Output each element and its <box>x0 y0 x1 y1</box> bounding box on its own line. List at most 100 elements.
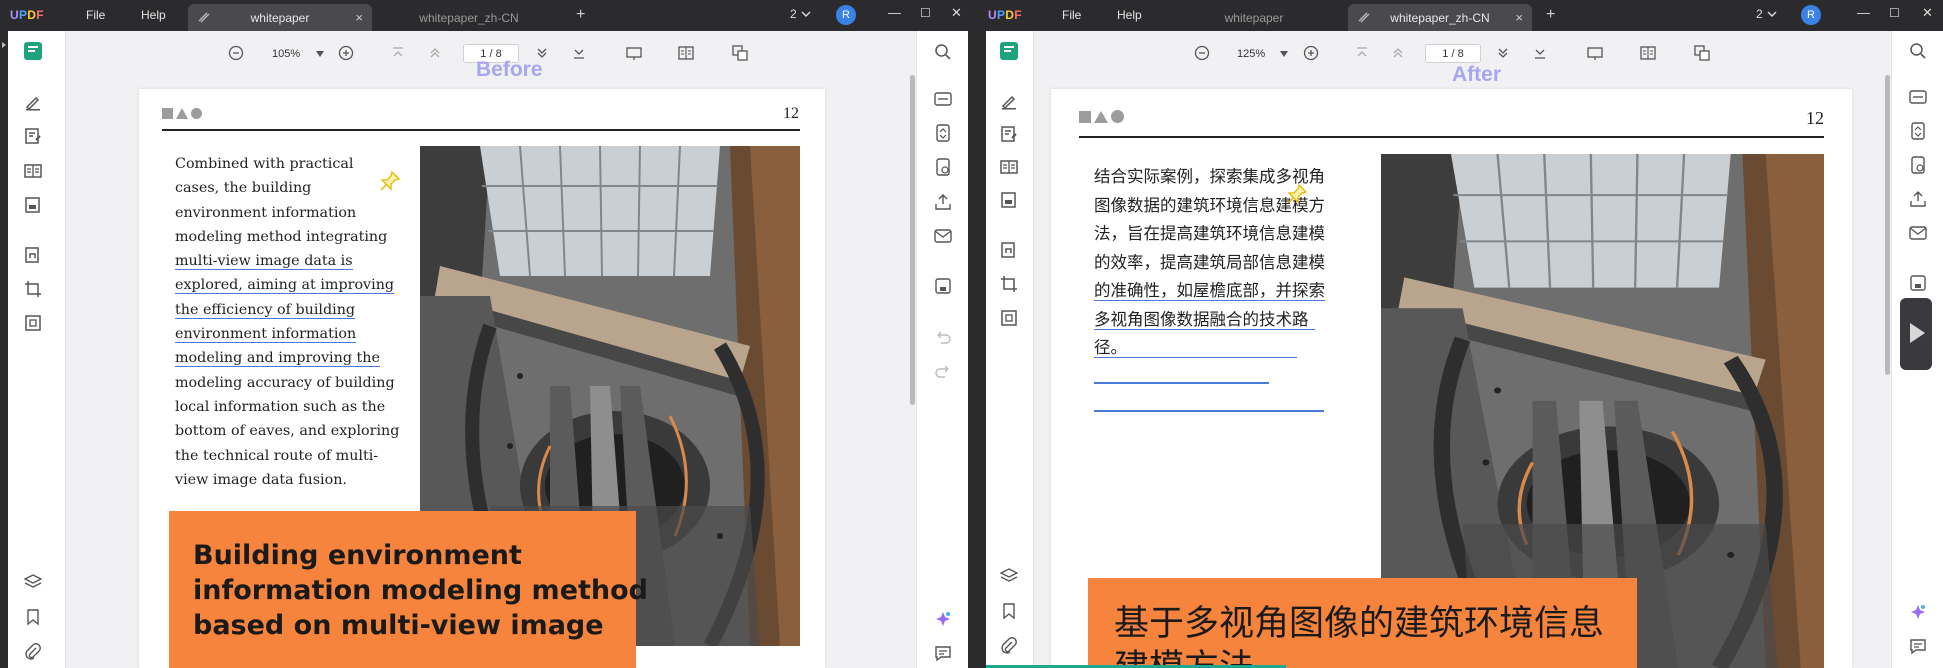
maximize-icon[interactable]: ☐ <box>1889 6 1900 20</box>
attachment-icon[interactable] <box>1000 637 1018 655</box>
compress-icon[interactable] <box>1000 309 1018 327</box>
zoom-in-icon[interactable] <box>338 45 354 61</box>
section-heading[interactable]: 基于多视角图像的建筑环境信息 建模方法 <box>1114 602 1604 668</box>
undo-icon[interactable] <box>934 328 952 346</box>
comment-icon[interactable] <box>1000 92 1018 110</box>
updf-logo[interactable]: UPDF <box>10 8 44 22</box>
edit-pdf-icon[interactable] <box>24 127 42 145</box>
page-display-icon[interactable] <box>1640 45 1656 61</box>
new-tab-icon[interactable]: + <box>1546 6 1555 24</box>
section-heading[interactable]: Building environment information modelin… <box>193 538 648 643</box>
pin-annotation-icon[interactable] <box>1286 183 1308 205</box>
menu-file[interactable]: File <box>1062 8 1081 22</box>
fill-sign-icon[interactable] <box>24 196 42 214</box>
fill-sign-icon[interactable] <box>1000 191 1018 209</box>
minimize-icon[interactable]: — <box>888 5 901 20</box>
vertical-scrollbar[interactable] <box>910 75 915 405</box>
attachment-icon[interactable] <box>24 643 42 661</box>
first-page-icon[interactable] <box>390 45 406 61</box>
tab-whitepaper-zh-cn[interactable]: whitepaper_zh-CN <box>376 4 562 31</box>
zoom-out-icon[interactable] <box>1194 45 1210 61</box>
presentation-icon[interactable] <box>626 45 642 61</box>
crop-icon[interactable] <box>1000 275 1018 293</box>
new-tab-icon[interactable]: + <box>576 6 585 24</box>
next-page-icon[interactable] <box>1495 45 1511 61</box>
edit-pdf-icon[interactable] <box>1000 125 1018 143</box>
panel-collapse-rail[interactable] <box>0 31 8 668</box>
protect-document-icon[interactable] <box>1909 156 1927 174</box>
comment-icon[interactable] <box>24 93 42 111</box>
save-icon[interactable] <box>934 277 952 295</box>
avatar[interactable]: R <box>836 5 856 25</box>
vertical-scrollbar[interactable] <box>1885 75 1890 375</box>
prev-page-icon[interactable] <box>427 45 443 61</box>
layers-icon[interactable] <box>1000 567 1018 585</box>
tab-whitepaper[interactable]: whitepaper <box>1164 4 1344 31</box>
redo-icon[interactable] <box>934 362 952 380</box>
page-number-input[interactable]: 1 / 8 <box>1425 44 1481 63</box>
chevron-down-icon[interactable] <box>1767 9 1777 19</box>
last-page-icon[interactable] <box>571 45 587 61</box>
compare-icon[interactable] <box>1694 45 1710 61</box>
tab-count[interactable]: 2 <box>790 7 797 21</box>
chevron-down-icon[interactable] <box>801 9 811 19</box>
email-icon[interactable] <box>934 227 952 245</box>
close-tab-icon[interactable]: × <box>355 10 363 25</box>
close-tab-icon[interactable]: × <box>1515 10 1523 25</box>
share-icon[interactable] <box>934 193 952 211</box>
chat-icon[interactable] <box>934 644 952 662</box>
last-page-icon[interactable] <box>1532 45 1548 61</box>
updf-logo[interactable]: UPDF <box>988 8 1022 22</box>
avatar[interactable]: R <box>1801 5 1821 25</box>
bookmark-icon[interactable] <box>24 608 42 626</box>
protect-icon[interactable] <box>1000 241 1018 259</box>
first-page-icon[interactable] <box>1354 45 1370 61</box>
zoom-dropdown-icon[interactable] <box>316 51 324 57</box>
organize-pages-icon[interactable] <box>1000 158 1018 176</box>
presentation-icon[interactable] <box>1587 45 1603 61</box>
prev-page-icon[interactable] <box>1390 45 1406 61</box>
tab-whitepaper-zh-cn[interactable]: whitepaper_zh-CN × <box>1348 4 1532 31</box>
convert-icon[interactable] <box>1909 122 1927 140</box>
protect-icon[interactable] <box>24 246 42 264</box>
expand-panel-icon[interactable] <box>1 41 7 49</box>
convert-icon[interactable] <box>934 124 952 142</box>
share-icon[interactable] <box>1909 190 1927 208</box>
zoom-dropdown-icon[interactable] <box>1280 51 1288 57</box>
zoom-out-icon[interactable] <box>228 45 244 61</box>
play-arrow-icon[interactable] <box>1908 322 1926 344</box>
close-window-icon[interactable]: ✕ <box>1922 5 1933 21</box>
pin-annotation-icon[interactable] <box>379 170 401 192</box>
crop-icon[interactable] <box>24 280 42 298</box>
chat-icon[interactable] <box>1909 637 1927 655</box>
side-panel-handle[interactable] <box>1900 298 1932 370</box>
bookmark-icon[interactable] <box>1000 602 1018 620</box>
save-icon[interactable] <box>1909 274 1927 292</box>
reader-icon[interactable] <box>999 41 1019 61</box>
ai-assistant-icon[interactable] <box>1909 603 1927 621</box>
body-text[interactable]: Combined with practical cases, the build… <box>175 152 399 492</box>
compress-icon[interactable] <box>24 314 42 332</box>
close-window-icon[interactable]: ✕ <box>951 5 962 21</box>
ai-assistant-icon[interactable] <box>934 610 952 628</box>
compare-icon[interactable] <box>732 45 748 61</box>
zoom-level[interactable]: 125% <box>1237 48 1265 60</box>
menu-help[interactable]: Help <box>141 8 166 22</box>
reader-icon[interactable] <box>23 41 43 61</box>
tab-count[interactable]: 2 <box>1756 7 1763 21</box>
zoom-level[interactable]: 105% <box>272 48 300 60</box>
menu-help[interactable]: Help <box>1117 8 1142 22</box>
email-icon[interactable] <box>1909 224 1927 242</box>
search-icon[interactable] <box>1909 42 1927 60</box>
minimize-icon[interactable]: — <box>1857 5 1870 20</box>
page-display-icon[interactable] <box>678 45 694 61</box>
ocr-icon[interactable] <box>1909 88 1927 106</box>
layers-icon[interactable] <box>24 573 42 591</box>
ocr-icon[interactable] <box>934 90 952 108</box>
tab-whitepaper[interactable]: whitepaper × <box>188 4 372 31</box>
search-icon[interactable] <box>934 43 952 61</box>
maximize-icon[interactable]: ☐ <box>920 6 931 20</box>
menu-file[interactable]: File <box>86 8 105 22</box>
protect-document-icon[interactable] <box>934 158 952 176</box>
zoom-in-icon[interactable] <box>1303 45 1319 61</box>
